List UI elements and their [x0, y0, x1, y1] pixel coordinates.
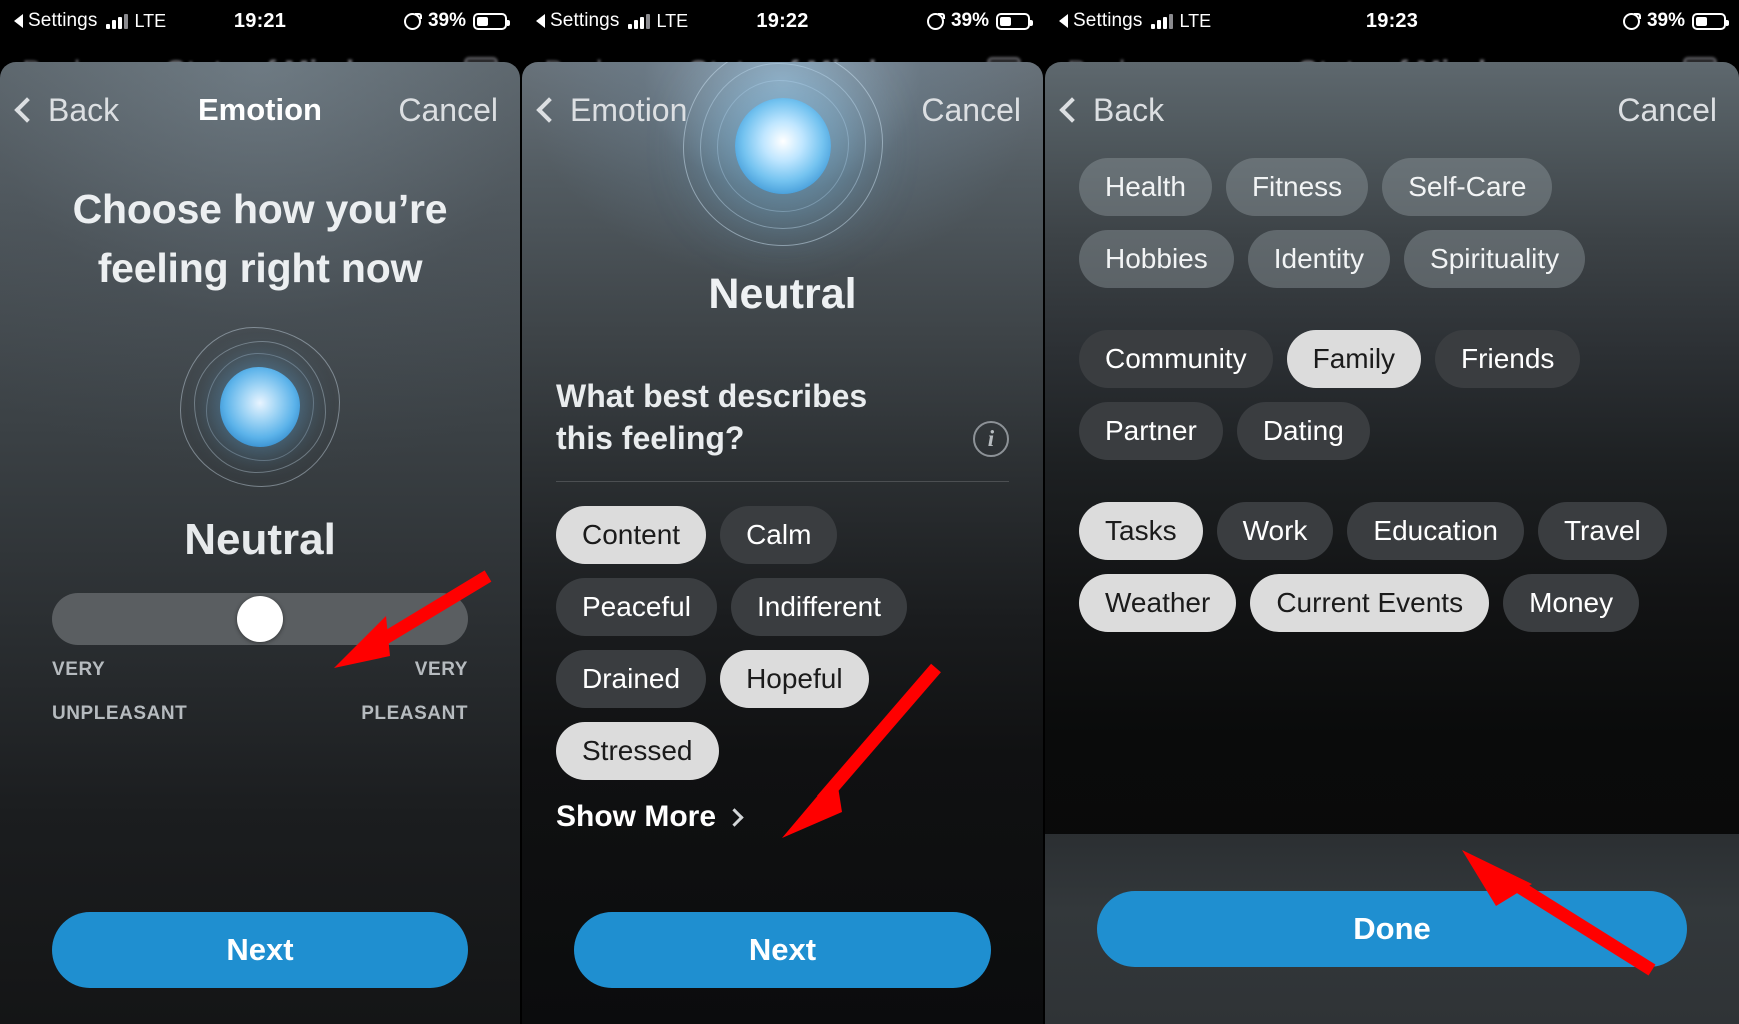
- chevron-right-icon: [725, 808, 744, 827]
- cancel-button[interactable]: Cancel: [921, 92, 1043, 129]
- topic-chip[interactable]: Travel: [1537, 502, 1667, 560]
- back-button[interactable]: Emotion: [522, 92, 687, 129]
- nav-bar-2: Emotion Cancel: [522, 62, 1043, 158]
- slider-thumb[interactable]: [237, 595, 283, 642]
- back-button[interactable]: Back: [0, 92, 119, 129]
- slider-label-left: VERY UNPLEASANT: [52, 658, 188, 724]
- topic-chip[interactable]: Self-Care: [1382, 158, 1553, 216]
- topic-chip[interactable]: Current Events: [1250, 574, 1490, 632]
- emotion-sheet-2: Emotion Cancel Neutral What best describ…: [522, 62, 1043, 1024]
- topic-group-self: Health Fitness Self-Care Hobbies Identity Spi…: [1079, 158, 1705, 288]
- feeling-chip-list: Content Calm Peaceful Indifferent Drained Hop…: [522, 482, 1043, 781]
- topic-chip[interactable]: Community: [1079, 330, 1273, 388]
- nav-bar-3: Back Cancel: [1045, 62, 1739, 158]
- topic-chip[interactable]: Tasks: [1079, 502, 1203, 560]
- status-bar-1: Settings LTE 19:21 39%: [0, 0, 520, 42]
- rotation-lock-icon: [1622, 12, 1641, 30]
- status-bar-2: Settings LTE 19:22 39%: [522, 0, 1043, 42]
- battery-icon: [1692, 12, 1729, 30]
- topic-chip[interactable]: Family: [1286, 330, 1422, 388]
- slider-labels: VERY UNPLEASANT VERY PLEASANT: [52, 659, 468, 725]
- battery-icon: [996, 12, 1033, 30]
- panel-3-body: Health Fitness Self-Care Hobbies Identity Spi…: [1045, 158, 1739, 1024]
- topic-group-relationships: Community Family Friends Partner Dating: [1079, 330, 1705, 460]
- next-button[interactable]: Next: [52, 912, 468, 988]
- chevron-left-icon: [1059, 97, 1085, 123]
- topic-chip[interactable]: Dating: [1236, 402, 1370, 460]
- cancel-button[interactable]: Cancel: [1617, 92, 1739, 129]
- topic-chip[interactable]: Health: [1079, 158, 1212, 216]
- emotion-sheet-1: Back Emotion Cancel Choose how you’re fe…: [0, 62, 520, 1024]
- feeling-chip[interactable]: Hopeful: [720, 650, 869, 709]
- topic-chip[interactable]: Fitness: [1225, 158, 1369, 216]
- panel-1-body: Choose how you’re feeling right now Neut…: [0, 158, 520, 1024]
- mood-orb-wrap: [0, 326, 520, 487]
- three-panel-screenshot: Settings LTE 19:21 39% Back State of Min…: [0, 0, 1739, 1024]
- phone-screen-2: Settings LTE 19:22 39% Back State of Min…: [522, 0, 1043, 1024]
- chevron-left-icon: [14, 97, 40, 123]
- emotion-value-label: Neutral: [184, 514, 336, 564]
- slider-label-right: VERY PLEASANT: [361, 658, 468, 724]
- topic-chip[interactable]: Identity: [1247, 230, 1391, 288]
- cta-zone-3: Done: [1045, 834, 1739, 1024]
- question-line-2: this feeling?: [556, 420, 745, 457]
- feeling-chip[interactable]: Stressed: [556, 722, 719, 781]
- slider-track[interactable]: [52, 592, 468, 645]
- phone-screen-1: Settings LTE 19:21 39% Back State of Min…: [0, 0, 520, 1024]
- done-button[interactable]: Done: [1097, 891, 1687, 967]
- status-bar-3: Settings LTE 19:23 39%: [1045, 0, 1739, 42]
- phone-screen-3: Settings LTE 19:23 39% Back State of Min…: [1045, 0, 1739, 1024]
- show-more-label: Show More: [556, 800, 717, 834]
- chevron-left-icon: [536, 97, 562, 123]
- topic-chip[interactable]: Education: [1347, 502, 1524, 560]
- cta-zone-1: Next: [0, 912, 520, 1024]
- mood-orb-graphic: [180, 326, 340, 487]
- back-label: Back: [1093, 91, 1165, 128]
- battery-icon: [473, 12, 510, 30]
- status-time: 19:21: [233, 9, 287, 32]
- topic-chip[interactable]: Money: [1503, 574, 1640, 632]
- mood-slider[interactable]: VERY UNPLEASANT VERY PLEASANT: [52, 592, 468, 725]
- topic-group-life: Tasks Work Education Travel Weather Current E…: [1079, 502, 1705, 632]
- back-label: Emotion: [570, 91, 688, 128]
- topics-sheet-3: Back Cancel Health Fitness Self-Care Hobbie…: [1045, 62, 1739, 1024]
- feeling-chip[interactable]: Drained: [556, 650, 707, 709]
- question-block: What best describes this feeling? i: [556, 375, 1009, 459]
- cta-zone-2: Next: [522, 912, 1043, 1024]
- rotation-lock-icon: [403, 12, 422, 30]
- topic-chip[interactable]: Work: [1216, 502, 1334, 560]
- topic-chip[interactable]: Partner: [1079, 402, 1223, 460]
- topic-chip[interactable]: Hobbies: [1079, 230, 1234, 288]
- feeling-chip[interactable]: Content: [556, 506, 707, 565]
- feeling-chip[interactable]: Indifferent: [730, 578, 907, 637]
- status-time: 19:22: [756, 9, 809, 32]
- heading-text: Choose how you’re feeling right now: [72, 186, 448, 292]
- topic-chip[interactable]: Spirituality: [1404, 230, 1586, 288]
- back-button[interactable]: Back: [1045, 92, 1164, 129]
- panel-2-body: Neutral What best describes this feeling…: [522, 62, 1043, 1024]
- feeling-chip[interactable]: Calm: [720, 506, 838, 565]
- nav-bar-1: Back Emotion Cancel: [0, 62, 520, 158]
- next-button[interactable]: Next: [574, 912, 991, 988]
- feeling-chip[interactable]: Peaceful: [556, 578, 717, 637]
- question-line-1: What best describes: [556, 378, 868, 414]
- back-label: Back: [48, 91, 120, 128]
- show-more-button[interactable]: Show More: [522, 780, 1043, 834]
- topic-groups: Health Fitness Self-Care Hobbies Identity Spi…: [1045, 158, 1739, 632]
- info-icon[interactable]: i: [973, 421, 1009, 458]
- topic-chip[interactable]: Friends: [1435, 330, 1581, 388]
- cancel-button[interactable]: Cancel: [398, 92, 520, 129]
- topic-chip[interactable]: Weather: [1079, 574, 1237, 632]
- rotation-lock-icon: [926, 12, 945, 30]
